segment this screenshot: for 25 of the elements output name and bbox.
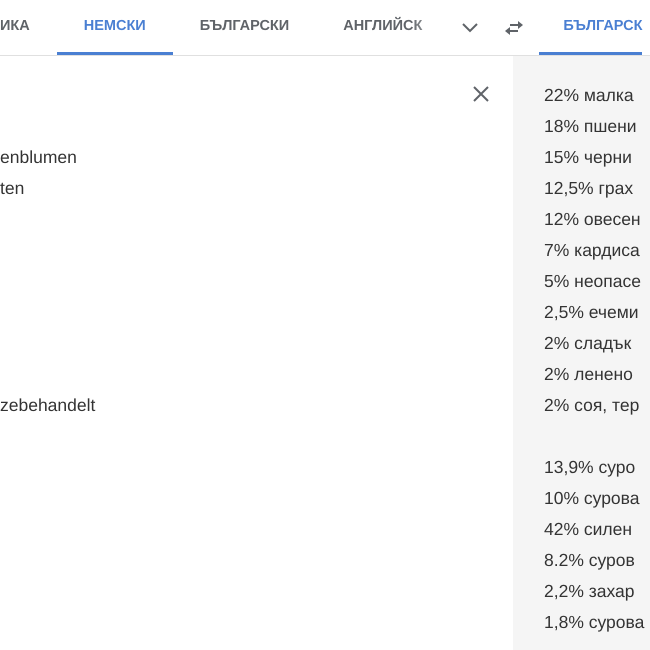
language-tab[interactable]: АНГЛИЙСК — [316, 0, 450, 55]
translation-line: 2% сладък — [544, 332, 632, 355]
translation-line: 12,5% грах — [544, 177, 634, 200]
swap-icon[interactable] — [503, 20, 526, 36]
translation-line: 2,5% ечеми — [544, 301, 640, 324]
language-tab[interactable]: НЕМСКИ — [56, 0, 173, 55]
source-text: enblumen ten zebehandelt — [0, 146, 96, 417]
translation-line: 2% соя, тер — [544, 394, 640, 417]
translation-line: 1,8% сурова — [544, 611, 646, 634]
translation-line: 42% силен — [544, 518, 634, 541]
chevron-down-icon[interactable] — [461, 22, 480, 34]
translation-line: 8.2% суров — [544, 549, 636, 572]
language-tab[interactable]: БЪЛГАРСКИ — [172, 0, 316, 55]
close-icon[interactable] — [472, 85, 490, 103]
translation-line: 22% малка — [544, 84, 635, 107]
language-tab[interactable]: ИКА — [0, 0, 57, 55]
translation-line: 15% черни — [544, 146, 633, 169]
translation-line: 10% сурова — [544, 487, 640, 510]
translation-line: 7% кардиса — [544, 239, 641, 262]
translation-line: 2% ленено — [544, 363, 634, 386]
translation-line: 13,9% суро — [544, 456, 636, 479]
translation-line: 5% неопасе — [544, 270, 642, 293]
translation-line: 2,2% захар — [544, 580, 636, 603]
translation-line: 18% пшени — [544, 115, 638, 138]
translation-line: 12% овесен — [544, 208, 642, 231]
